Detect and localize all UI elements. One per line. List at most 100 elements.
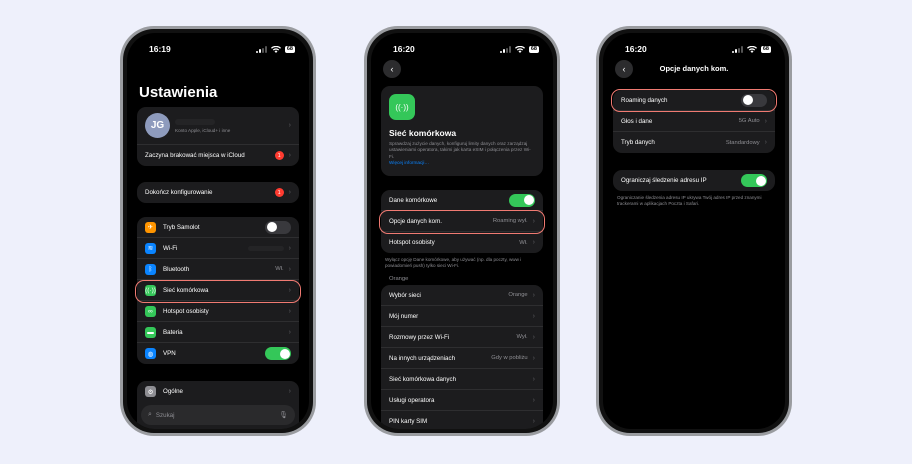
chevron-right-icon: › <box>288 244 291 252</box>
row-label: Głos i dane <box>621 117 653 125</box>
settings-screen: 16:19 68 Ustawienia JG Konto Apple, iClo… <box>127 33 309 429</box>
row-value: Wł. <box>519 239 528 246</box>
chevron-right-icon: › <box>532 333 535 341</box>
vpn-icon: ◍ <box>145 348 156 359</box>
vpn-toggle[interactable] <box>265 347 291 360</box>
battery-status: 68 <box>760 45 771 53</box>
search-bar[interactable]: ⌕ Szukaj 🎙 <box>141 405 295 425</box>
chevron-right-icon: › <box>764 117 767 125</box>
carrier-card: Wybór sieci Orange › Mój numer › Rozmowy pr… <box>381 285 543 429</box>
data-mode-row[interactable]: Tryb danych Standardowy › <box>613 132 775 153</box>
row-label: Wi-Fi <box>163 244 178 252</box>
apple-account-row[interactable]: JG Konto Apple, iCloud+ i inne › <box>137 107 299 145</box>
voice-data-row[interactable]: Głos i dane 5G Auto › <box>613 111 775 132</box>
hero-title: Sieć komórkowa <box>389 128 457 138</box>
settings-row-wifi[interactable]: ≋ Wi-Fi › <box>137 238 299 259</box>
cellular-screen: 16:20 68 ‹ ((·)) Sieć komórkowa Sprawdza… <box>371 33 553 429</box>
phone-data-options: 16:20 68 ‹ Opcje danych kom. Roaming dan… <box>596 26 792 436</box>
carrier-row[interactable]: Usługi operatora › <box>381 390 543 411</box>
page-title: Ustawienia <box>139 84 218 101</box>
hotspot-icon: ∞ <box>145 305 156 317</box>
data-roaming-toggle[interactable] <box>741 93 767 107</box>
carrier-row[interactable]: Na innych urządzeniach Gdy w pobliżu › <box>381 348 543 369</box>
learn-more-link[interactable]: Więcej informacji… <box>389 160 535 165</box>
cellular-data-card: Dane komórkowe Opcje danych kom. Roaming… <box>381 190 543 253</box>
row-label: Roaming danych <box>621 96 668 104</box>
cellular-hero-card: ((·)) Sieć komórkowa Sprawdzaj zużycie d… <box>381 86 543 176</box>
icloud-storage-label: Zaczyna brakować miejsca w iCloud <box>145 152 245 159</box>
row-label: Ogólne <box>163 388 183 395</box>
row-label: Tryb Samolot <box>163 223 200 231</box>
carrier-row[interactable]: Wybór sieci Orange › <box>381 285 543 306</box>
data-roaming-row[interactable]: Roaming danych <box>613 90 775 111</box>
chevron-right-icon: › <box>532 396 535 404</box>
row-value: Gdy w pobliżu <box>491 355 528 361</box>
row-label: Ograniczaj śledzenie adresu IP <box>621 177 707 184</box>
microphone-icon[interactable]: 🎙 <box>279 411 288 419</box>
icloud-storage-row[interactable]: Zaczyna brakować miejsca w iCloud 1 › <box>137 145 299 166</box>
row-label: Dane komórkowe <box>389 196 438 204</box>
settings-row-airplane-mode[interactable]: ✈ Tryb Samolot <box>137 217 299 238</box>
settings-row-bluetooth[interactable]: ᛒ Bluetooth Wł. › <box>137 259 299 280</box>
carrier-row[interactable]: PIN karty SIM › <box>381 411 543 429</box>
phone-settings: 16:19 68 Ustawienia JG Konto Apple, iClo… <box>120 26 316 436</box>
wifi-status-icon <box>270 45 281 53</box>
cellular-data-note: Wyłącz opcję Dane komórkowe, aby używać … <box>385 257 522 269</box>
cellular-data-options-row[interactable]: Opcje danych kom. Roaming wył. › <box>381 211 543 232</box>
row-label: Hotspot osobisty <box>163 307 209 315</box>
limit-ip-tracking-toggle[interactable] <box>741 174 767 187</box>
personal-hotspot-row[interactable]: Hotspot osobisty Wł. › <box>381 232 543 253</box>
notification-badge: 1 <box>274 151 284 160</box>
setup-card: Dokończ konfigurowanie 1 › <box>137 182 299 203</box>
gear-icon: ⚙ <box>145 386 156 397</box>
search-input[interactable]: Szukaj <box>156 412 279 419</box>
carrier-row[interactable]: Mój numer › <box>381 306 543 327</box>
chevron-right-icon: › <box>288 265 291 273</box>
row-label: Rozmowy przez Wi-Fi <box>389 333 450 341</box>
cellular-icon: ((·)) <box>389 94 415 120</box>
avatar: JG <box>145 113 170 138</box>
row-label: Wybór sieci <box>389 291 421 299</box>
carrier-row[interactable]: Rozmowy przez Wi-Fi Wył. › <box>381 327 543 348</box>
chevron-right-icon: › <box>288 189 291 196</box>
settings-row-battery[interactable]: ▬ Bateria › <box>137 322 299 343</box>
battery-status: 68 <box>284 45 295 53</box>
chevron-right-icon: › <box>532 291 535 299</box>
status-bar: 16:20 68 <box>625 43 771 55</box>
limit-ip-tracking-row[interactable]: Ograniczaj śledzenie adresu IP <box>613 170 775 191</box>
settings-row-cellular[interactable]: ((·)) Sieć komórkowa › <box>137 280 299 301</box>
chevron-right-icon: › <box>288 328 291 336</box>
settings-row-hotspot[interactable]: ∞ Hotspot osobisty › <box>137 301 299 322</box>
row-label: VPN <box>163 350 176 357</box>
chevron-right-icon: › <box>288 286 291 294</box>
airplane-icon: ✈ <box>145 221 156 233</box>
airplane-mode-toggle[interactable] <box>265 220 291 234</box>
carrier-row[interactable]: Sieć komórkowa danych › <box>381 369 543 390</box>
cellular-data-row[interactable]: Dane komórkowe <box>381 190 543 211</box>
row-value: Orange <box>508 292 528 298</box>
row-label: Usługi operatora <box>389 396 435 404</box>
row-label: Bluetooth <box>163 265 190 273</box>
row-label: PIN karty SIM <box>389 418 428 425</box>
blurred-name <box>175 118 215 125</box>
row-label: Sieć komórkowa danych <box>389 375 457 383</box>
account-subtitle: Konto Apple, iCloud+ i inne <box>175 127 231 133</box>
settings-row-general[interactable]: ⚙ Ogólne › <box>137 381 299 402</box>
settings-row-vpn[interactable]: ◍ VPN <box>137 343 299 364</box>
data-options-screen: 16:20 68 ‹ Opcje danych kom. Roaming dan… <box>603 33 785 429</box>
back-button[interactable]: ‹ <box>383 60 401 78</box>
cellular-data-toggle[interactable] <box>509 193 535 207</box>
signal-icon <box>731 45 743 53</box>
ip-tracking-card: Ograniczaj śledzenie adresu IP <box>613 170 775 191</box>
row-label: Sieć komórkowa <box>163 286 209 294</box>
chevron-right-icon: › <box>764 139 767 146</box>
chevron-right-icon: › <box>288 307 291 315</box>
ip-tracking-note: Ograniczanie śledzenia adresu IP ukrywa … <box>617 195 762 207</box>
status-bar: 16:19 68 <box>149 43 295 55</box>
carrier-section-label: Orange <box>389 276 409 282</box>
connectivity-card: ✈ Tryb Samolot ≋ Wi-Fi › ᛒ Bluetooth Wł.… <box>137 217 299 364</box>
row-value: Roaming wył. <box>492 218 528 224</box>
blurred-network-name <box>247 245 284 251</box>
finish-setup-row[interactable]: Dokończ konfigurowanie 1 › <box>137 182 299 203</box>
chevron-right-icon: › <box>532 354 535 362</box>
